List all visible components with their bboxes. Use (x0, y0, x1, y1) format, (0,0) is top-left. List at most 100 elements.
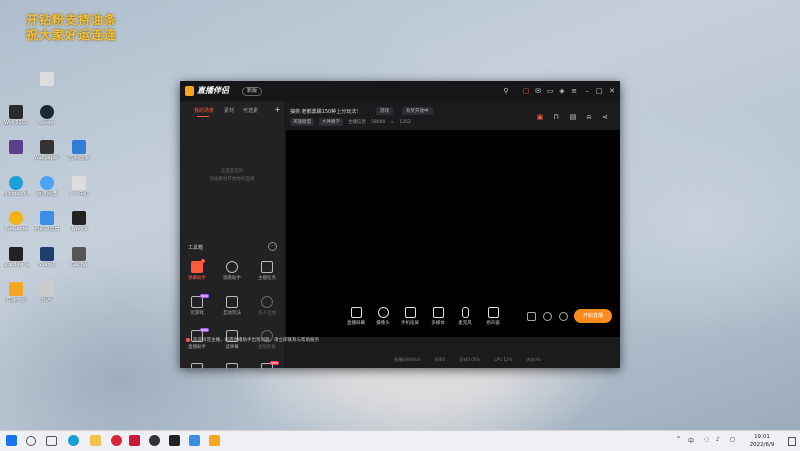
microphone-icon[interactable]: ⚲ (502, 87, 510, 95)
desktop-icon[interactable] (3, 140, 29, 155)
search-icon[interactable] (26, 436, 36, 446)
desktop-icon[interactable]: Wallpaper Engine (34, 140, 60, 161)
maximize-icon[interactable]: □ (595, 87, 603, 95)
share-icon[interactable]: ⋖ (601, 113, 609, 121)
start-icon[interactable] (6, 435, 17, 446)
tag-chip[interactable]: 有奖开放中 (402, 107, 433, 115)
settings-icon[interactable] (559, 312, 568, 321)
record-icon[interactable] (527, 312, 536, 321)
overlay-text-line2: 祝大家好运连连 (26, 28, 118, 42)
message-icon[interactable]: ▢ (522, 87, 530, 95)
desktop-icon[interactable]: Wirl 5002 (3, 105, 29, 126)
tool-danmu-assistant[interactable]: 弹幕助手 (182, 259, 212, 281)
netease-icon[interactable] (111, 435, 122, 446)
input-method-icon[interactable]: 中 (688, 436, 694, 445)
user-icon (226, 261, 238, 273)
tab-optional[interactable]: 可选素 (243, 107, 258, 114)
obs-icon[interactable] (169, 435, 180, 446)
title-bar[interactable]: 直播伴侣 新版 ⚲ ▢ ✉ ▭ ◈ ≡ – □ ✕ (180, 81, 620, 101)
desktop-icon[interactable]: 控制面板 (66, 140, 92, 161)
desktop-icon[interactable]: 谷歌浏览器 (34, 211, 60, 232)
gift-box-icon[interactable]: ▣ (536, 113, 544, 121)
tray-overflow-icon[interactable]: ^ (676, 436, 681, 443)
desktop-icon[interactable]: ShareX (34, 247, 60, 268)
sidebar: 我的场景 素材 可选素 + 这里是空的 添加素材开始你的直播 工具箱 ··· 弹… (180, 101, 284, 369)
camera-button[interactable]: 摄像头 (371, 307, 395, 326)
tool-extra-1[interactable] (182, 363, 212, 369)
room-info-row: 英雄联盟 大神教学 主播信息 58040 ♨ 1352 (290, 118, 411, 126)
screen-icon[interactable]: ▭ (546, 87, 554, 95)
file-explorer-icon[interactable] (90, 435, 101, 446)
task-view-icon[interactable] (46, 436, 57, 446)
followers-value: 58040 (371, 119, 386, 125)
desktop-icon[interactable]: WeGame (3, 211, 29, 232)
tool-extra-2[interactable] (217, 363, 247, 369)
notification-icon[interactable] (788, 437, 796, 446)
gift-icon[interactable]: ◈ (558, 87, 566, 95)
desktop-icon[interactable]: 个人中心 (66, 176, 92, 197)
tool-streamer-tasks[interactable]: 主播任务 (252, 261, 282, 281)
followers-label: 主播信息 (348, 120, 366, 125)
tool-interactive-play[interactable]: 互动玩法 (217, 296, 247, 316)
desktop-icon[interactable] (34, 72, 60, 87)
bell-icon[interactable]: ⍾ (585, 113, 593, 121)
live-preview[interactable] (286, 130, 620, 337)
main-area: 抽奖:老鹅鼎踢150种上分玩法! 游戏 有奖开放中 英雄联盟 大神教学 主播信息… (284, 101, 620, 368)
network-icon[interactable]: ◌ (704, 436, 709, 443)
menu-icon[interactable]: ≡ (570, 87, 578, 95)
live-companion-window: 直播伴侣 新版 ⚲ ▢ ✉ ▭ ◈ ≡ – □ ✕ 我的场景 素材 可选素 + … (180, 81, 620, 369)
microphone-button[interactable]: 麦克风 (453, 307, 477, 326)
volume-icon[interactable]: ♪ (716, 436, 720, 443)
add-scene-button[interactable]: + (274, 105, 281, 114)
desktop-icon[interactable]: 直播伴侣 (3, 282, 29, 303)
app-icon[interactable] (149, 435, 160, 446)
category-chip[interactable]: 游戏 (376, 107, 393, 115)
game-icon (9, 247, 23, 261)
desktop-icon[interactable]: Microsoft Edge (3, 176, 29, 197)
notice-bar[interactable]: 欢迎抖音主播，如遇直播助手出现问题，请立即联系与帮助服务 (186, 337, 319, 343)
desktop-icon[interactable]: Gacha (66, 247, 92, 268)
mail-icon[interactable]: ✉ (534, 87, 542, 95)
desktop-icon[interactable]: 图片 (34, 282, 60, 303)
wegame-icon (9, 211, 23, 225)
edge-icon[interactable] (68, 435, 79, 446)
desktop-icon[interactable]: Steam (34, 105, 60, 126)
tab-my-scenes[interactable]: 我的场景 (194, 107, 214, 114)
lock-icon[interactable]: ⊓ (552, 113, 560, 121)
toolbox-title: 工具箱 (188, 245, 204, 251)
tab-materials[interactable]: 素材 (224, 107, 234, 114)
clock[interactable]: 19:01 2022/6/9 (742, 433, 782, 449)
tool-extra-3[interactable]: NEW (252, 361, 282, 369)
live-companion-icon[interactable] (209, 435, 220, 446)
toolbox-more-button[interactable]: ··· (268, 242, 277, 251)
close-icon[interactable]: ✕ (608, 87, 616, 95)
version-badge[interactable]: 新版 (242, 87, 263, 96)
screen-record-icon[interactable]: ▤ (569, 113, 577, 121)
eye-icon[interactable] (543, 312, 552, 321)
store-icon[interactable] (129, 435, 140, 446)
multimedia-button[interactable]: 多媒体 (426, 307, 450, 326)
tool-viewer-assistant[interactable]: 观看助手 (217, 261, 247, 281)
screen-share-button[interactable]: 直播屏幕 (344, 307, 368, 326)
start-live-button[interactable]: 开始直播 (574, 309, 612, 323)
desktop-icon[interactable]: Stardew Valley (3, 247, 29, 268)
new-badge: NEW (200, 328, 210, 332)
desktop-icon[interactable]: Typora (66, 211, 92, 232)
phone-cast-button[interactable]: 手机投屏 (398, 307, 422, 326)
cloud-drive-icon (40, 176, 54, 190)
display-icon[interactable]: ◻ (730, 436, 735, 443)
clock-time: 19:01 (754, 434, 770, 440)
tool-play-game[interactable]: NEW 玩游戏 (182, 294, 212, 316)
camera-icon (377, 307, 389, 318)
room-title[interactable]: 抽奖:老鹅鼎踢150种上分玩法! (290, 108, 358, 115)
tool-icon (226, 363, 238, 369)
game-chip[interactable]: 英雄联盟 (290, 118, 314, 126)
chrome-icon[interactable] (189, 435, 200, 446)
notice-text: 欢迎抖音主播，如遇直播助手出现问题，请立即联系与帮助服务 (193, 338, 319, 343)
tool-multi-link[interactable]: 多人连线 (252, 296, 282, 316)
minimize-icon[interactable]: – (583, 87, 591, 95)
teaching-chip[interactable]: 大神教学 (319, 118, 343, 126)
speaker-button[interactable]: 扬声器 (481, 307, 505, 326)
desktop-icon[interactable]: 百度网盘 (34, 176, 60, 197)
app-icon (9, 105, 23, 119)
